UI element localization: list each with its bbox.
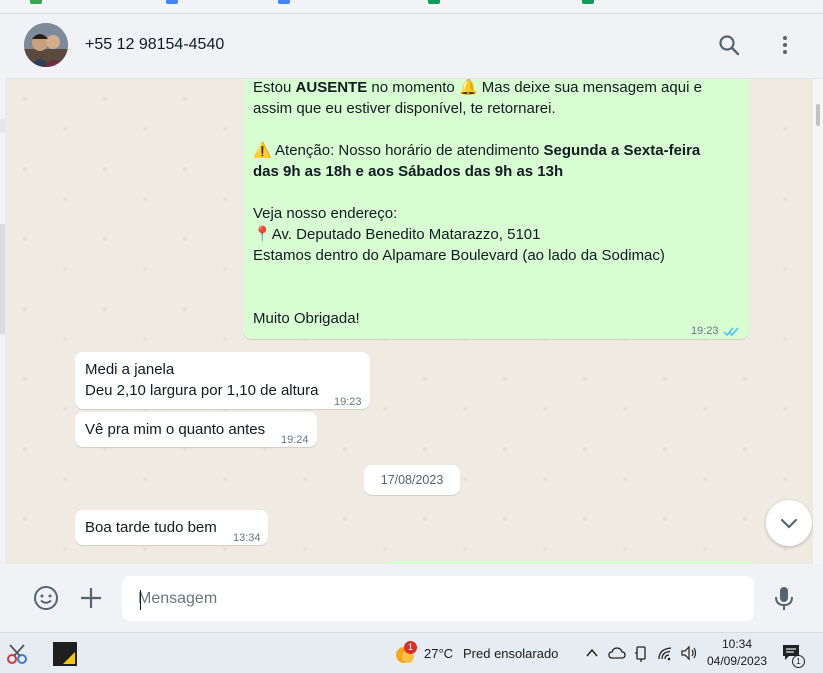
message-time: 19:23 (691, 325, 719, 337)
incoming-message[interactable]: Medi a janela Deu 2,10 largura por 1,10 … (75, 352, 370, 409)
text-run-bold: Segunda a Sexta-feira (543, 142, 701, 159)
device-icon[interactable] (634, 645, 648, 668)
screen: +55 12 98154-4540 Estou AUSENTE no momen… (0, 0, 823, 673)
text-line: Muito Obrigada! (253, 310, 360, 327)
bookmark-favicon-icon[interactable] (166, 0, 178, 4)
message-time: 19:23 (334, 396, 362, 408)
kebab-menu-icon[interactable] (772, 32, 798, 58)
scroll-to-bottom-button[interactable] (766, 500, 812, 546)
message-input[interactable] (122, 576, 754, 621)
scrollbar[interactable] (813, 79, 823, 564)
chat-header[interactable]: +55 12 98154-4540 (5, 14, 823, 79)
warning-emoji-icon: ⚠️ (253, 142, 272, 159)
bookmark-favicon-icon[interactable] (582, 0, 594, 4)
clock-date[interactable]: 04/09/2023 (707, 654, 767, 668)
message-time: 19:24 (281, 434, 309, 446)
notification-count-badge: 1 (792, 655, 805, 668)
text-line: Deu 2,10 largura por 1,10 de altura (85, 382, 319, 399)
chevron-down-icon (780, 518, 798, 529)
bell-emoji-icon: 🔔 (458, 79, 478, 96)
message-time: 13:34 (233, 532, 261, 544)
text-run-bold: AUSENTE (295, 79, 368, 96)
windows-taskbar: 1 27°C Pred ensolarado 10:34 04/09/2023 … (0, 632, 823, 673)
date-divider: 17/08/2023 (364, 465, 460, 495)
onedrive-cloud-icon[interactable] (608, 646, 626, 665)
text-caret (140, 590, 141, 610)
bookmark-favicon-icon[interactable] (278, 0, 290, 4)
wifi-icon[interactable] (657, 645, 675, 666)
weather-description[interactable]: Pred ensolarado (463, 646, 558, 661)
clock-time[interactable]: 10:34 (722, 637, 752, 651)
text-line-bold: das 9h as 18h e aos Sábados das 9h as 13… (253, 163, 564, 180)
contact-name[interactable]: +55 12 98154-4540 (85, 36, 224, 54)
emoji-icon[interactable] (33, 585, 59, 611)
text-run: Atenção: Nosso horário de atendimento (271, 142, 544, 159)
sticky-notes-icon[interactable] (53, 642, 77, 666)
pin-emoji-icon: 📍 (253, 226, 272, 243)
volume-icon[interactable] (680, 645, 698, 666)
microphone-icon[interactable] (771, 585, 797, 611)
incoming-message[interactable]: Vê pra mim o quanto antes 19:24 (75, 412, 317, 447)
chevron-up-icon[interactable] (585, 646, 599, 665)
incoming-message[interactable]: Boa tarde tudo bem 13:34 (75, 510, 268, 545)
text-line: assim que eu estiver disponível, te reto… (253, 100, 556, 117)
message-list[interactable]: Estou AUSENTE no momento 🔔 Mas deixe sua… (5, 79, 813, 564)
text-line: Veja nosso endereço: (253, 205, 398, 222)
text-line: Estamos dentro do Alpamare Boulevard (ao… (253, 247, 665, 264)
avatar-photo (24, 23, 68, 67)
away-message-text: Estou AUSENTE no momento 🔔 Mas deixe sua… (253, 79, 743, 329)
browser-bookmarks-strip (0, 0, 823, 14)
weather-temperature[interactable]: 27°C (424, 646, 453, 661)
bookmark-favicon-icon[interactable] (428, 0, 440, 4)
scrollbar-thumb[interactable] (816, 104, 820, 126)
search-icon[interactable] (716, 32, 742, 58)
message-text: Boa tarde tudo bem (85, 519, 217, 536)
text-run: no momento (367, 79, 455, 96)
bookmark-favicon-icon[interactable] (30, 0, 42, 4)
plus-icon[interactable] (78, 585, 104, 611)
message-text: Vê pra mim o quanto antes (85, 421, 266, 438)
message-text: Medi a janela Deu 2,10 largura por 1,10 … (85, 359, 319, 401)
contact-avatar[interactable] (24, 23, 68, 67)
outgoing-message[interactable]: Estou AUSENTE no momento 🔔 Mas deixe sua… (243, 79, 749, 339)
text-run: Estou (253, 79, 296, 96)
weather-badge: 1 (404, 641, 417, 654)
snipping-tool-icon[interactable] (5, 642, 29, 671)
double-check-icon (723, 322, 741, 343)
composer (5, 564, 823, 632)
text-run: Av. Deputado Benedito Matarazzo, 5101 (271, 226, 541, 243)
text-line: Medi a janela (85, 361, 175, 378)
text-run: Mas deixe sua mensagem aqui e (477, 79, 702, 96)
